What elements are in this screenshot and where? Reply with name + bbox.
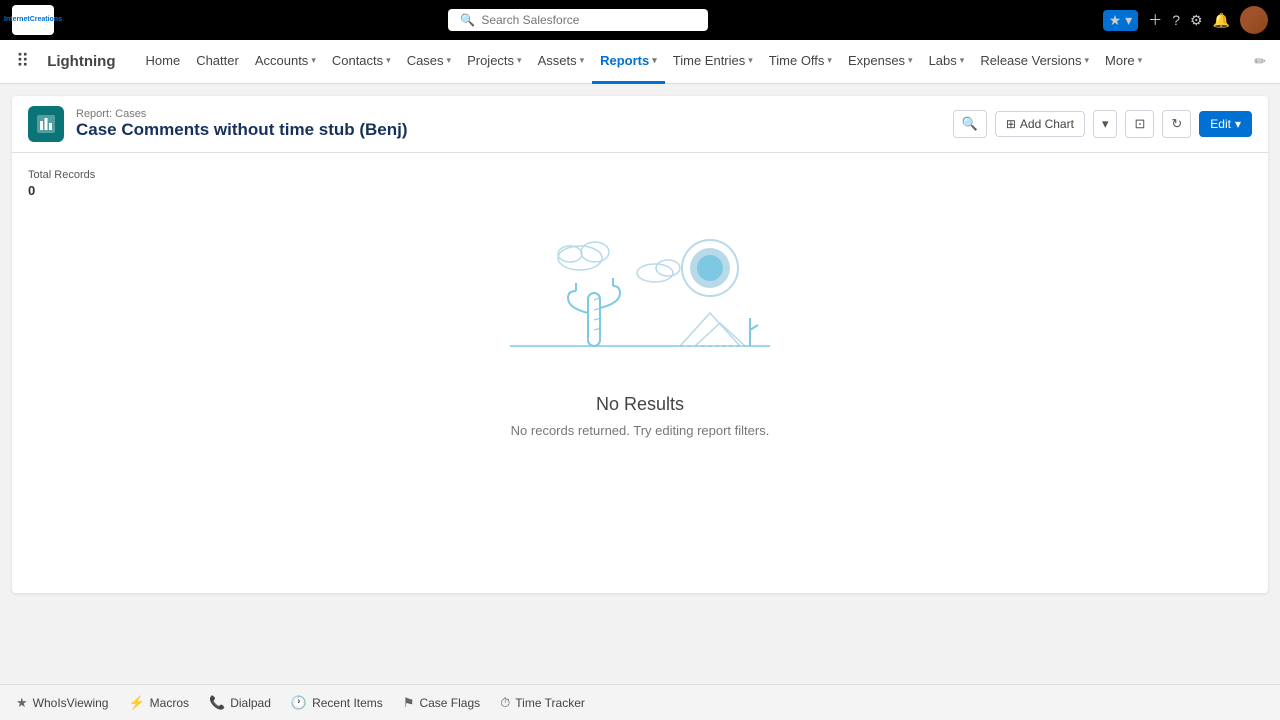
nav-item-chatter[interactable]: Chatter (188, 40, 247, 84)
chevron-down-icon: ▾ (447, 55, 452, 66)
add-icon[interactable]: ＋ (1148, 10, 1162, 30)
notifications-icon[interactable]: 🔔 (1213, 12, 1230, 29)
dialpad-icon: 📞 (209, 695, 225, 711)
apps-icon[interactable]: ⠿ (8, 51, 37, 72)
report-icon (28, 106, 64, 142)
search-input[interactable] (481, 13, 696, 27)
filter-button[interactable]: ▾ (1093, 110, 1118, 138)
chevron-down-icon: ▾ (580, 55, 585, 66)
favorites-button[interactable]: ★ ▾ (1103, 10, 1138, 31)
bottom-item-recent-items[interactable]: 🕐 Recent Items (291, 695, 383, 711)
recent-items-icon: 🕐 (291, 695, 307, 711)
case-flags-icon: ⚑ (403, 695, 415, 711)
chevron-down-icon: ▾ (652, 55, 657, 66)
nav-item-accounts[interactable]: Accounts ▾ (247, 40, 324, 84)
chevron-down-icon: ▾ (386, 55, 391, 66)
nav-item-cases[interactable]: Cases ▾ (399, 40, 459, 84)
no-results-sub: No records returned. Try editing report … (511, 423, 770, 438)
company-logo: Internet Creations (12, 5, 54, 35)
nav-item-time-entries[interactable]: Time Entries ▾ (665, 40, 761, 84)
nav-edit-icon[interactable]: ✏ (1248, 53, 1272, 70)
total-records-section: Total Records 0 (28, 169, 1252, 198)
nav-item-more[interactable]: More ▾ (1097, 40, 1150, 84)
chevron-down-icon: ▾ (1084, 55, 1089, 66)
bottom-bar: ★ WhoIsViewing ⚡ Macros 📞 Dialpad 🕐 Rece… (0, 684, 1280, 720)
settings-icon[interactable]: ⚙ (1190, 12, 1203, 29)
report-header: Report: Cases Case Comments without time… (12, 96, 1268, 153)
time-tracker-icon: ⏱ (500, 695, 510, 711)
bottom-item-dialpad[interactable]: 📞 Dialpad (209, 695, 271, 711)
edit-dropdown-icon: ▾ (1235, 117, 1241, 131)
add-chart-icon: ⊞ (1006, 117, 1016, 131)
nav-item-reports[interactable]: Reports ▾ (592, 40, 665, 84)
nav-brand: Lightning (41, 53, 121, 70)
report-title-block: Report: Cases Case Comments without time… (76, 108, 408, 140)
report-body: Total Records 0 (12, 153, 1268, 593)
search-report-button[interactable]: 🔍 (953, 110, 987, 138)
no-results-illustration (480, 218, 800, 378)
chevron-down-icon: ▾ (311, 55, 316, 66)
no-results-title: No Results (596, 394, 684, 415)
chevron-down-icon: ▾ (748, 55, 753, 66)
bottom-item-macros[interactable]: ⚡ Macros (128, 695, 189, 711)
help-icon[interactable]: ? (1172, 12, 1180, 28)
nav-item-projects[interactable]: Projects ▾ (459, 40, 530, 84)
nav-item-expenses[interactable]: Expenses ▾ (840, 40, 921, 84)
bottom-item-time-tracker[interactable]: ⏱ Time Tracker (500, 695, 585, 711)
whoisviewing-icon: ★ (16, 695, 28, 711)
bottom-item-case-flags[interactable]: ⚑ Case Flags (403, 695, 480, 711)
edit-button[interactable]: Edit ▾ (1199, 111, 1252, 137)
search-icon: 🔍 (460, 13, 475, 27)
nav-item-time-offs[interactable]: Time Offs ▾ (761, 40, 840, 84)
report-card: Report: Cases Case Comments without time… (12, 96, 1268, 593)
nav-item-contacts[interactable]: Contacts ▾ (324, 40, 399, 84)
top-bar-actions: ★ ▾ ＋ ? ⚙ 🔔 (1103, 6, 1268, 34)
nav-item-home[interactable]: Home (138, 40, 189, 84)
refresh-button[interactable]: ↻ (1162, 110, 1191, 138)
save-button[interactable]: ⊡ (1125, 110, 1154, 138)
bottom-item-whoisviewing[interactable]: ★ WhoIsViewing (16, 695, 108, 711)
nav-item-assets[interactable]: Assets ▾ (530, 40, 593, 84)
total-records-label: Total Records (28, 169, 1252, 181)
report-subtitle: Report: Cases (76, 108, 408, 120)
avatar[interactable] (1240, 6, 1268, 34)
report-header-left: Report: Cases Case Comments without time… (28, 106, 408, 142)
macros-icon: ⚡ (128, 695, 144, 711)
total-records-value: 0 (28, 183, 1252, 198)
content-area: Report: Cases Case Comments without time… (0, 84, 1280, 684)
report-header-actions: 🔍 ⊞ Add Chart ▾ ⊡ ↻ Edit ▾ (953, 110, 1252, 138)
add-chart-button[interactable]: ⊞ Add Chart (995, 111, 1085, 137)
chevron-down-icon: ▾ (517, 55, 522, 66)
report-title: Case Comments without time stub (Benj) (76, 120, 408, 140)
chevron-down-icon: ▾ (908, 55, 913, 66)
global-search[interactable]: 🔍 (448, 9, 708, 31)
chevron-down-icon: ▾ (1138, 55, 1143, 66)
nav-bar: ⠿ Lightning Home Chatter Accounts ▾ Cont… (0, 40, 1280, 84)
nav-item-labs[interactable]: Labs ▾ (921, 40, 973, 84)
no-results-area: No Results No records returned. Try edit… (28, 198, 1252, 468)
top-bar: Internet Creations 🔍 ★ ▾ ＋ ? ⚙ 🔔 (0, 0, 1280, 40)
logo-area: Internet Creations (12, 5, 54, 35)
nav-item-release-versions[interactable]: Release Versions ▾ (972, 40, 1097, 84)
chevron-down-icon: ▾ (960, 55, 965, 66)
chevron-down-icon: ▾ (827, 55, 832, 66)
